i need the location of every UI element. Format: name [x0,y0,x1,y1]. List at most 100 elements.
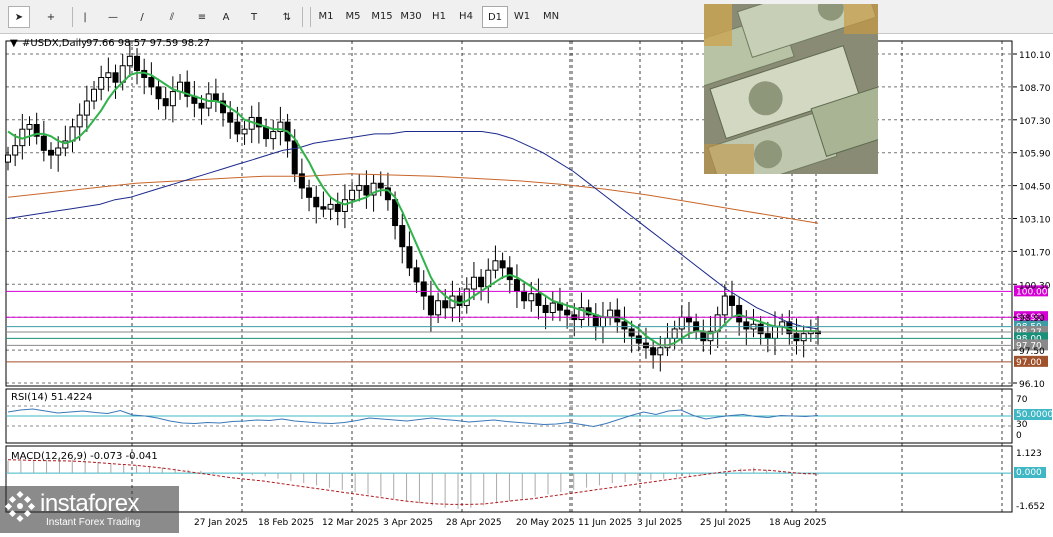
candle-body [134,55,141,71]
candle-body [413,267,420,283]
candle-body [564,309,571,316]
candle-body [334,203,341,212]
candle-body [327,203,334,210]
fibonacci-icon[interactable]: ≡ [191,6,213,28]
candle-body [26,124,33,130]
x-tick-label: 3 Jul 2025 [637,518,682,528]
y-tick-label: 98.90 [1019,314,1045,324]
x-tick-label: 25 Jul 2025 [700,518,751,528]
macd-header: MACD(12,26,9) -0.073 -0.041 [11,451,158,462]
candle-body [685,316,692,323]
candle-body [499,260,506,269]
timeframe-m1[interactable]: M1 [315,6,337,28]
candle-body [492,260,499,271]
timeframe-h4[interactable]: H4 [455,6,477,28]
timeframe-d1[interactable]: D1 [482,6,508,28]
candle-body [162,98,169,107]
timeframe-m15[interactable]: M15 [369,6,395,28]
y-tick-label: 104.50 [1019,183,1051,193]
candle-body [528,293,535,302]
cursor-icon[interactable]: ➤ [8,6,30,28]
candle-body [764,333,771,339]
candle-body [55,147,62,156]
chart-area: 100.0098.9098.5098.2798.0097.7097.00 705… [0,34,1053,533]
candle-body [198,102,205,109]
y-tick-label: 110.10 [1019,51,1051,61]
timeframe-h1[interactable]: H1 [428,6,450,28]
y-tick-label: 108.70 [1019,84,1051,94]
candle-body [506,267,513,281]
level-tag-97.00: 97.00 [1016,358,1042,368]
candle-body [513,279,520,292]
y-tick-label: 103.10 [1019,216,1051,226]
candle-body [91,88,98,102]
crosshair-icon[interactable]: + [40,6,62,28]
candle-body [377,182,384,189]
y-tick-label: 97.50 [1019,347,1045,357]
candle-body [549,302,556,314]
candle-body [535,293,542,306]
candle-body [671,328,678,339]
candle-body [650,347,657,356]
chart-header-symbol-text: #USDX,Daily [22,38,87,49]
toolbar-separator [302,7,303,27]
x-tick-label: 12 Mar 2025 [322,518,379,528]
candle-body [743,321,750,330]
candle-body [599,316,606,328]
candle-body [98,77,105,90]
candle-body [263,126,270,140]
candle-body [435,300,442,316]
candle-body [356,185,363,191]
candle-body [76,114,83,128]
candle-body [155,86,162,100]
rsi-level-label: 30 [1016,420,1028,430]
y-tick-label: 96.10 [1019,380,1045,390]
candle-body [363,185,370,196]
rsi-level-label: 50.0000 [1016,410,1053,420]
candle-body [5,154,11,163]
x-tick-label: 3 Apr 2025 [383,518,433,528]
timeframe-m30[interactable]: M30 [398,6,424,28]
candle-body [420,281,427,297]
candle-body [657,347,664,356]
y-tick-label: 107.30 [1019,117,1051,127]
text-label-icon[interactable]: T [243,6,265,28]
candle-body [112,72,119,83]
candle-body [614,309,621,323]
candle-body [234,121,241,135]
candle-body [105,72,112,78]
toolbar-separator [72,7,73,27]
timeframe-m5[interactable]: M5 [342,6,364,28]
text-icon[interactable]: A [215,6,237,28]
trendline-icon[interactable]: / [131,6,153,28]
candle-body [793,333,800,342]
arrows-icon[interactable]: ⇅ [276,6,298,28]
timeframe-w1[interactable]: W1 [511,6,533,28]
candle-body [169,91,176,107]
candle-body [521,290,528,302]
horizontal-line-icon[interactable]: — [102,6,124,28]
candle-body [126,55,133,67]
candle-body [212,93,219,102]
macd-level-label: 1.123 [1016,449,1042,459]
x-tick-label: 27 Jan 2025 [194,518,248,528]
y-tick-label: 100.30 [1019,281,1051,291]
y-tick-label: 101.70 [1019,248,1051,258]
timeframe-mn[interactable]: MN [539,6,563,28]
y-tick-label: 105.90 [1019,150,1051,160]
candle-body [728,295,735,306]
toolbar-separator [310,7,311,27]
candle-body [349,189,356,201]
vertical-line-icon[interactable]: | [74,6,96,28]
rsi-header: RSI(14) 51.4224 [11,392,92,403]
candle-body [427,295,434,316]
logo-tagline: Instant Forex Trading [46,517,141,528]
equidistant-channel-icon[interactable]: ⫽ [161,6,183,28]
x-tick-label: 11 Jun 2025 [578,518,632,528]
candle-body [227,112,234,123]
rsi-level-label: 70 [1016,395,1028,405]
candle-body [607,309,614,318]
candle-body [241,128,248,135]
candle-body [341,199,348,212]
candle-body [291,140,298,175]
